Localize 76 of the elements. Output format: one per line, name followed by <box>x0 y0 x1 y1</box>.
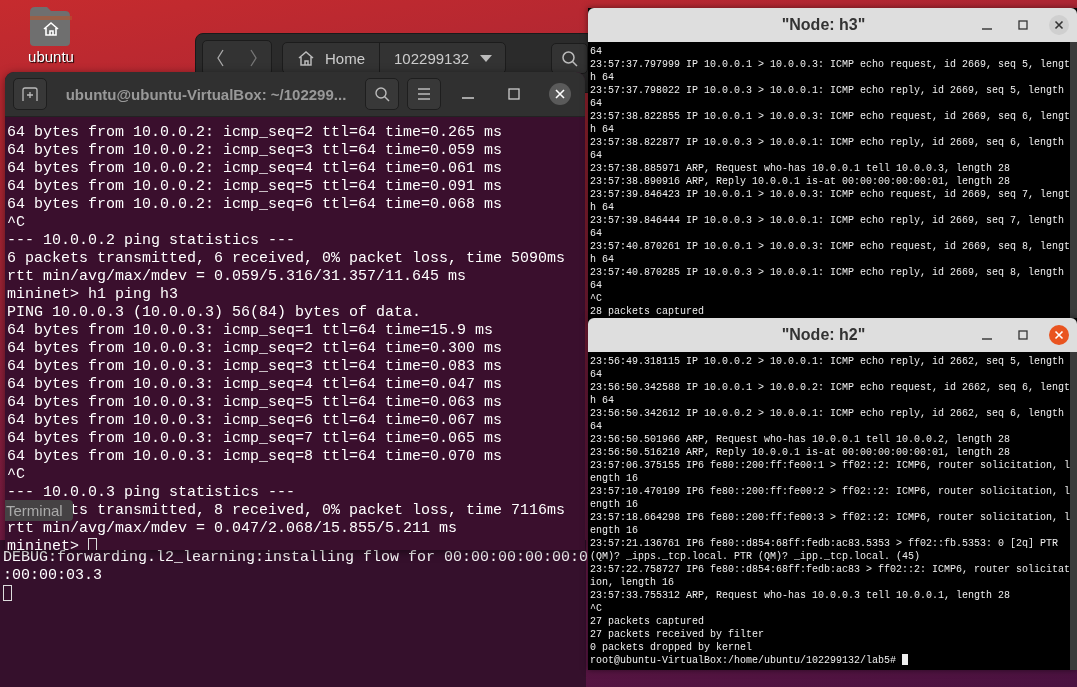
terminal-line: 27 packets captured <box>590 616 705 627</box>
desktop-icon-label[interactable]: ubuntu <box>28 48 74 65</box>
search-button[interactable] <box>551 42 589 74</box>
home-folder-icon[interactable] <box>28 4 74 46</box>
close-icon[interactable] <box>549 83 571 105</box>
terminal-line: 64 <box>590 46 602 57</box>
caret-icon <box>479 53 494 63</box>
menu-icon <box>417 87 431 101</box>
tooltip: Terminal <box>5 500 73 521</box>
terminal-line: 64 bytes from 10.0.0.3: icmp_seq=4 ttl=64 time=0.047 ms <box>7 376 503 393</box>
terminal-line: 23:57:37.798022 IP 10.0.0.3 > 10.0.0.1: ICMP echo reply, id 2669, seq 5, length 64 <box>590 85 1066 109</box>
terminal-line: 23:56:50.516210 ARP, Reply 10.0.0.1 is-at 00:00:00:00:00:01, length 28 <box>590 447 1011 458</box>
terminal-line: 23:57:18.664298 IP6 fe80::200:ff:fe00:3 > ff02::2: ICMP6, router solicitation, length 16 <box>590 512 1070 536</box>
terminal-line: ^C <box>590 293 602 304</box>
terminal-line: 23:57:38.822855 IP 10.0.0.1 > 10.0.0.3: ICMP echo request, id 2669, seq 6, length 64 <box>590 111 1070 135</box>
terminal-line: 23:56:50.342588 IP 10.0.0.1 > 10.0.0.2: ICMP echo request, id 2662, seq 6, length 64 <box>590 382 1070 406</box>
terminal-line: 23:57:39.846423 IP 10.0.0.1 > 10.0.0.3: ICMP echo request, id 2669, seq 7, length 64 <box>590 189 1070 213</box>
terminal-line: 64 bytes from 10.0.0.3: icmp_seq=2 ttl=64 time=0.300 ms <box>7 340 503 357</box>
terminal-line: 23:57:33.755312 ARP, Request who-has 10.0.0.3 tell 10.0.0.1, length 28 <box>590 590 1011 601</box>
terminal-line: 23:56:49.318115 IP 10.0.0.2 > 10.0.0.1: ICMP echo reply, id 2662, seq 5, length 64 <box>590 356 1066 380</box>
terminal-line: 23:57:37.797999 IP 10.0.0.1 > 10.0.0.3: ICMP echo request, id 2669, seq 5, length 64 <box>590 59 1070 83</box>
terminal-line: 64 bytes from 10.0.0.2: icmp_seq=2 ttl=64 time=0.265 ms <box>7 124 503 141</box>
terminal-line: 64 bytes from 10.0.0.3: icmp_seq=5 ttl=64 time=0.063 ms <box>7 394 503 411</box>
window-title: ubuntu@ubuntu-VirtualBox: ~/102299... <box>64 85 348 103</box>
terminal-line: rtt min/avg/max/mdev = 0.047/2.068/15.855/5.211 ms <box>7 520 458 537</box>
terminal-line: 64 bytes from 10.0.0.2: icmp_seq=5 ttl=64 time=0.091 ms <box>7 178 503 195</box>
terminal-line: ts transmitted, 8 received, 0% packet loss, time 7116ms <box>70 502 566 519</box>
terminal-line: --- 10.0.0.2 ping statistics --- <box>7 232 296 249</box>
terminal-line: 23:57:06.375155 IP6 fe80::200:ff:fe00:1 > ff02::2: ICMP6, router solicitation, length 16 <box>590 460 1070 484</box>
terminal-line: 23:57:40.870285 IP 10.0.0.3 > 10.0.0.1: ICMP echo reply, id 2669, seq 8, length 64 <box>590 267 1066 291</box>
terminal-line: root@ubuntu-VirtualBox:/home/ubuntu/102299132/lab5# <box>590 655 898 666</box>
terminal-line: rtt min/avg/max/mdev = 0.059/5.316/31.357/11.645 ms <box>7 268 467 285</box>
terminal-line: 23:56:50.501966 ARP, Request who-has 10.0.0.1 tell 10.0.0.2, length 28 <box>590 434 1011 445</box>
search-icon <box>374 86 390 102</box>
terminal-line: 23:57:39.846444 IP 10.0.0.3 > 10.0.0.1: ICMP echo reply, id 2669, seq 7, length 64 <box>590 215 1066 239</box>
search-button[interactable] <box>365 78 399 110</box>
terminal-line: 23:57:38.890916 ARP, Reply 10.0.0.1 is-at 00:00:00:00:00:01, length 28 <box>590 176 1011 187</box>
terminal-line: DEBUG:forwarding.l2_learning:installing flow for 00:00:00:00:00:0 <box>3 549 589 566</box>
terminal-line: ^C <box>590 603 602 614</box>
terminal-line: 23:57:38.885971 ARP, Request who-has 10.0.0.1 tell 10.0.0.3, length 28 <box>590 163 1011 174</box>
terminal-line: 64 bytes from 10.0.0.3: icmp_seq=3 ttl=64 time=0.083 ms <box>7 358 503 375</box>
window-title: "Node: h2" <box>780 326 867 344</box>
terminal-line: ^C <box>7 466 25 483</box>
maximize-icon[interactable] <box>1018 330 1028 340</box>
terminal-line: 23:57:10.470199 IP6 fe80::200:ff:fe00:2 > ff02::2: ICMP6, router solicitation, length 16 <box>590 486 1070 510</box>
terminal-line: 64 bytes from 10.0.0.2: icmp_seq=3 ttl=64 time=0.059 ms <box>7 142 503 159</box>
terminal-line: 64 bytes from 10.0.0.3: icmp_seq=8 ttl=64 time=0.070 ms <box>7 448 503 465</box>
terminal-line: 0 packets dropped by kernel <box>590 642 753 653</box>
terminal-line: --- 10.0.0.3 ping statistics --- <box>7 484 296 501</box>
terminal-line: PING 10.0.0.3 (10.0.0.3) 56(84) bytes of data. <box>7 304 422 321</box>
close-icon[interactable] <box>1049 15 1069 35</box>
terminal-line: mininet> <box>7 538 79 550</box>
terminal-line: 23:57:21.136761 IP6 fe80::d854:68ff:fedb:ac83.5353 > ff02::fb.5353: 0 [2q] PTR (QM)? _ipps._tcp.local. PTR (QM)? _ipp._tcp.local. (45) <box>590 538 1060 562</box>
terminal-line: 6 packets transmitted, 6 received, 0% packet loss, time 5090ms <box>7 250 566 267</box>
terminal-line: 23:57:22.758727 IP6 fe80::d854:68ff:fedb:ac83 > ff02::2: ICMP6, router solicitation, length 16 <box>590 564 1070 588</box>
terminal-line: 64 bytes from 10.0.0.2: icmp_seq=4 ttl=64 time=0.061 ms <box>7 160 503 177</box>
maximize-icon[interactable] <box>1018 20 1028 30</box>
terminal-line: mininet> h1 ping h3 <box>7 286 179 303</box>
window-title: "Node: h3" <box>780 16 867 34</box>
terminal-line: 23:56:50.342612 IP 10.0.0.2 > 10.0.0.1: ICMP echo reply, id 2662, seq 6, length 64 <box>590 408 1066 432</box>
terminal-line: 27 packets received by filter <box>590 629 765 640</box>
terminal-line: 64 bytes from 10.0.0.2: icmp_seq=6 ttl=64 time=0.068 ms <box>7 196 503 213</box>
path-segment[interactable]: 102299132 <box>380 43 506 73</box>
terminal-line: 64 bytes from 10.0.0.3: icmp_seq=6 ttl=64 time=0.067 ms <box>7 412 503 429</box>
terminal-line: 64 bytes from 10.0.0.3: icmp_seq=7 ttl=64 time=0.065 ms <box>7 430 503 447</box>
search-icon[interactable] <box>561 49 579 67</box>
terminal-line: 23:57:40.870261 IP 10.0.0.1 > 10.0.0.3: ICMP echo request, id 2669, seq 8, length 64 <box>590 241 1070 265</box>
terminal-line: 64 bytes from 10.0.0.3: icmp_seq=1 ttl=64 time=15.9 ms <box>7 322 494 339</box>
terminal-line: 23:57:38.822877 IP 10.0.0.3 > 10.0.0.1: ICMP echo reply, id 2669, seq 6, length 64 <box>590 137 1066 161</box>
terminal-line: :00:00:03.3 <box>3 567 103 584</box>
new-tab-icon <box>22 86 38 102</box>
new-tab-button[interactable] <box>13 78 47 110</box>
terminal-line: ^C <box>7 214 25 231</box>
home-icon <box>297 49 315 67</box>
menu-button[interactable] <box>407 78 441 110</box>
terminal-line: 28 packets captured <box>590 306 705 317</box>
